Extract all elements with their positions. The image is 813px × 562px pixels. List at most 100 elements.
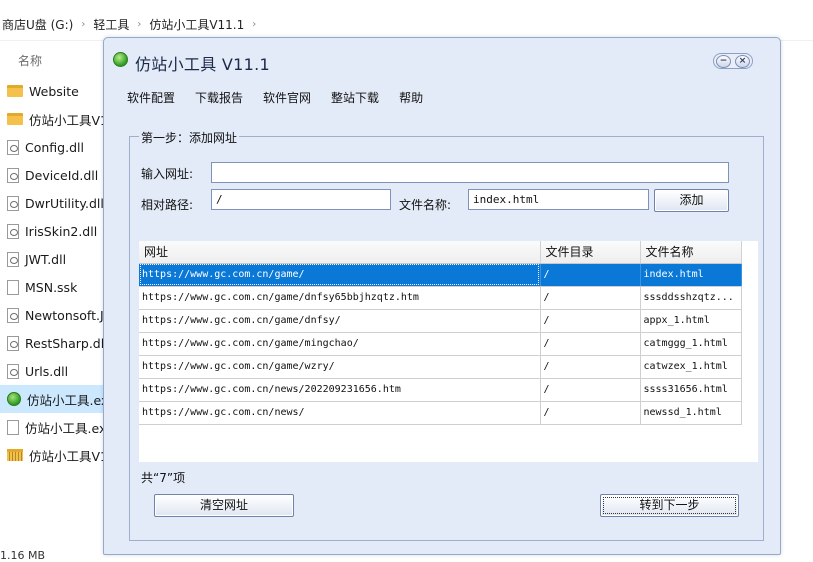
close-icon[interactable]: × xyxy=(735,54,750,68)
file-name: 仿站小工具.ex xyxy=(25,420,104,436)
chevron-right-icon: › xyxy=(137,18,142,30)
cell-directory: / xyxy=(540,378,641,402)
cell-url: https://www.gc.com.cn/news/ xyxy=(139,401,541,425)
breadcrumb-drive[interactable]: 商店U盘 (G:) xyxy=(0,16,75,33)
menu-software-config[interactable]: 软件配置 xyxy=(127,89,175,106)
chevron-right-icon: › xyxy=(81,18,86,30)
file-item-tool-folder[interactable]: 仿站小工具V11 xyxy=(0,105,104,133)
cell-directory: / xyxy=(540,355,641,379)
cell-directory: / xyxy=(540,332,641,356)
cell-directory: / xyxy=(540,309,641,333)
cell-directory: / xyxy=(540,286,641,310)
file-item-urls-dll[interactable]: Urls.dll xyxy=(0,357,104,385)
table-row[interactable]: https://www.gc.com.cn/news/ / newssd_1.h… xyxy=(139,401,742,425)
table-header-row: 网址 文件目录 文件名称 xyxy=(139,241,742,264)
filename-label: 文件名称: xyxy=(399,198,452,212)
window-controls: − × xyxy=(713,53,753,69)
file-item-irisskin2-dll[interactable]: IrisSkin2.dll xyxy=(0,217,104,245)
breadcrumb-folder[interactable]: 轻工具 xyxy=(91,16,131,33)
folder-icon xyxy=(7,85,23,97)
file-item-msn-ssk[interactable]: MSN.ssk xyxy=(0,273,104,301)
cell-filename: catmggg_1.html xyxy=(640,332,742,356)
table-row[interactable]: https://www.gc.com.cn/game/ / index.html xyxy=(139,263,742,287)
file-item-tool-exe[interactable]: 仿站小工具.ex xyxy=(0,385,104,413)
add-button[interactable]: 添加 xyxy=(654,189,729,212)
column-header-url[interactable]: 网址 xyxy=(139,241,541,264)
breadcrumb-current-folder[interactable]: 仿站小工具V11.1 xyxy=(147,16,246,33)
cell-url: https://www.gc.com.cn/game/dnfsy/ xyxy=(139,309,541,333)
name-column-header[interactable]: 名称 xyxy=(18,52,42,69)
dll-file-icon xyxy=(7,195,19,211)
file-item-tool-zip[interactable]: 仿站小工具V1 xyxy=(0,441,104,469)
cell-filename: appx_1.html xyxy=(640,309,742,333)
file-name: 仿站小工具V11 xyxy=(29,112,104,128)
file-name: MSN.ssk xyxy=(25,279,78,295)
file-item-website[interactable]: Website xyxy=(0,77,104,105)
item-count-label: 共“7”项 xyxy=(141,471,186,485)
table-row[interactable]: https://www.gc.com.cn/game/mingchao/ / c… xyxy=(139,332,742,356)
file-name: 仿站小工具V1 xyxy=(29,448,104,464)
file-name: Website xyxy=(29,83,79,99)
app-window: 仿站小工具 V11.1 − × 软件配置 下载报告 软件官网 整站下载 帮助 第… xyxy=(103,37,781,555)
cell-url: https://www.gc.com.cn/game/dnfsy65bbjhzq… xyxy=(139,286,541,310)
cell-url: https://www.gc.com.cn/news/202209231656.… xyxy=(139,378,541,402)
chevron-right-icon: › xyxy=(252,18,257,30)
file-name: JWT.dll xyxy=(25,251,67,267)
cell-url: https://www.gc.com.cn/game/wzry/ xyxy=(139,355,541,379)
file-list: Website 仿站小工具V11 Config.dll DeviceId.dll… xyxy=(0,77,104,469)
file-name: RestSharp.dll xyxy=(25,335,104,351)
cell-filename: catwzex_1.html xyxy=(640,355,742,379)
menu-bar: 软件配置 下载报告 软件官网 整站下载 帮助 xyxy=(104,81,780,113)
cell-filename: ssss31656.html xyxy=(640,378,742,402)
table-row[interactable]: https://www.gc.com.cn/game/dnfsy/ / appx… xyxy=(139,309,742,333)
cell-filename: index.html xyxy=(640,263,742,287)
file-name: DeviceId.dll xyxy=(25,167,99,183)
dll-file-icon xyxy=(7,363,19,379)
dll-file-icon xyxy=(7,139,19,155)
app-logo-icon xyxy=(113,52,128,67)
status-selected-size: 1.16 MB xyxy=(0,549,46,562)
url-table: 网址 文件目录 文件名称 https://www.gc.com.cn/game/… xyxy=(139,241,758,462)
clear-urls-button[interactable]: 清空网址 xyxy=(154,494,294,517)
dll-file-icon xyxy=(7,251,19,267)
title-bar[interactable]: 仿站小工具 V11.1 − × xyxy=(104,38,780,81)
file-name: 仿站小工具.ex xyxy=(27,392,104,408)
table-row[interactable]: https://www.gc.com.cn/game/dnfsy65bbjhzq… xyxy=(139,286,742,310)
document-icon xyxy=(7,419,19,435)
cell-url: https://www.gc.com.cn/game/mingchao/ xyxy=(139,332,541,356)
url-input[interactable] xyxy=(211,162,729,183)
cell-url: https://www.gc.com.cn/game/ xyxy=(139,263,541,287)
menu-help[interactable]: 帮助 xyxy=(399,89,423,106)
relative-path-input[interactable]: / xyxy=(211,189,391,210)
dll-file-icon xyxy=(7,223,19,239)
breadcrumb: 商店U盘 (G:) › 轻工具 › 仿站小工具V11.1 › xyxy=(0,10,813,38)
dll-file-icon xyxy=(7,307,19,323)
file-name: Newtonsoft.J xyxy=(25,307,104,323)
menu-site-download[interactable]: 整站下载 xyxy=(331,89,379,106)
dll-file-icon xyxy=(7,335,19,351)
minimize-icon[interactable]: − xyxy=(716,54,731,68)
file-item-tool-exe-config[interactable]: 仿站小工具.ex xyxy=(0,413,104,441)
folder-icon xyxy=(7,113,23,125)
file-item-dwrutility-dll[interactable]: DwrUtility.dll xyxy=(0,189,104,217)
cell-filename: newssd_1.html xyxy=(640,401,742,425)
window-title: 仿站小工具 V11.1 xyxy=(135,55,270,74)
table-row[interactable]: https://www.gc.com.cn/game/wzry/ / catwz… xyxy=(139,355,742,379)
file-name: Config.dll xyxy=(25,139,84,155)
document-icon xyxy=(7,279,19,295)
file-item-deviceid-dll[interactable]: DeviceId.dll xyxy=(0,161,104,189)
menu-download-report[interactable]: 下载报告 xyxy=(195,89,243,106)
file-item-newtonsoft[interactable]: Newtonsoft.J xyxy=(0,301,104,329)
next-step-button[interactable]: 转到下一步 xyxy=(600,494,739,517)
group-title: 第一步：添加网址 xyxy=(139,129,240,146)
cell-directory: / xyxy=(540,401,641,425)
file-item-restsharp-dll[interactable]: RestSharp.dll xyxy=(0,329,104,357)
cell-directory: / xyxy=(540,263,641,287)
file-item-jwt-dll[interactable]: JWT.dll xyxy=(0,245,104,273)
column-header-filename[interactable]: 文件名称 xyxy=(640,241,742,264)
file-item-config-dll[interactable]: Config.dll xyxy=(0,133,104,161)
table-row[interactable]: https://www.gc.com.cn/news/202209231656.… xyxy=(139,378,742,402)
menu-official-site[interactable]: 软件官网 xyxy=(263,89,311,106)
column-header-directory[interactable]: 文件目录 xyxy=(540,241,641,264)
filename-input[interactable]: index.html xyxy=(468,189,649,210)
